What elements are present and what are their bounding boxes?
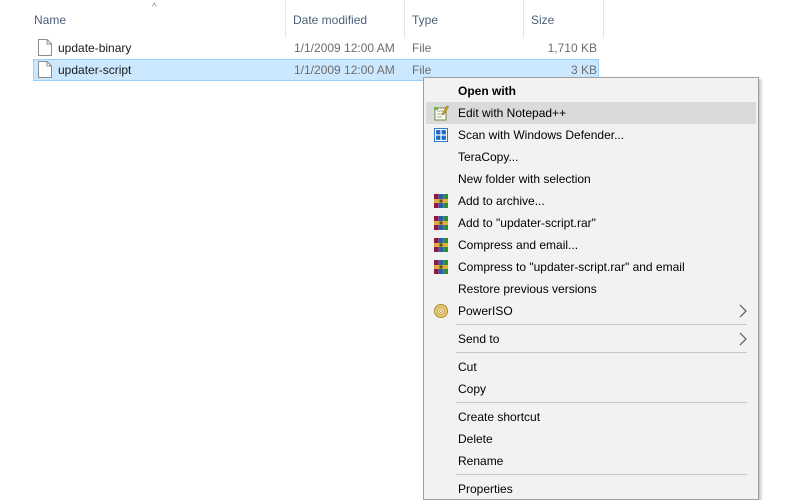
menu-item-label: Scan with Windows Defender...	[458, 128, 625, 142]
menu-separator	[456, 352, 747, 353]
chevron-right-icon	[738, 303, 748, 319]
notepad-plus-plus-icon	[433, 105, 449, 121]
menu-item-send-to[interactable]: Send to	[426, 328, 756, 350]
menu-item-label: Edit with Notepad++	[458, 106, 567, 120]
menu-item-create-shortcut[interactable]: Create shortcut	[426, 406, 756, 428]
menu-item-label: TeraCopy...	[458, 150, 519, 164]
menu-item-add-to-archive[interactable]: Add to archive...	[426, 190, 756, 212]
menu-item-open-with[interactable]: Open with	[426, 80, 756, 102]
menu-item-copy[interactable]: Copy	[426, 378, 756, 400]
menu-item-label: Cut	[458, 360, 477, 374]
menu-item-compress-to-rar-and-email[interactable]: Compress to "updater-script.rar" and ema…	[426, 256, 756, 278]
menu-item-label: Add to archive...	[458, 194, 545, 208]
menu-item-label: New folder with selection	[458, 172, 591, 186]
sort-ascending-icon: ^	[152, 2, 157, 13]
menu-item-label: Open with	[458, 84, 516, 98]
menu-separator	[456, 474, 747, 475]
file-icon	[38, 39, 52, 59]
file-size: 3 KB	[570, 63, 597, 77]
menu-item-label: Properties	[458, 482, 513, 496]
chevron-right-icon	[738, 331, 748, 347]
menu-item-label: Add to "updater-script.rar"	[458, 216, 596, 230]
menu-item-label: Create shortcut	[458, 410, 541, 424]
file-explorer-view: Name ^ Date modified Type Size update-bi…	[0, 0, 800, 500]
menu-item-add-to-rar[interactable]: Add to "updater-script.rar"	[426, 212, 756, 234]
column-header-name-label: Name	[34, 13, 67, 27]
file-type: File	[412, 41, 432, 55]
file-date-modified: 1/1/2009 12:00 AM	[294, 41, 395, 55]
menu-item-properties[interactable]: Properties	[426, 478, 756, 500]
menu-item-label: PowerISO	[458, 304, 513, 318]
menu-separator	[456, 402, 747, 403]
context-menu: Open with Edit with Notepad++ Scan with …	[423, 77, 759, 500]
winrar-icon	[433, 237, 449, 253]
column-header-size[interactable]: Size	[525, 0, 604, 38]
menu-item-scan-with-windows-defender[interactable]: Scan with Windows Defender...	[426, 124, 756, 146]
menu-item-label: Restore previous versions	[458, 282, 597, 296]
file-row-update-binary[interactable]: update-binary 1/1/2009 12:00 AM File 1,7…	[33, 37, 599, 59]
winrar-icon	[433, 259, 449, 275]
menu-item-label: Compress to "updater-script.rar" and ema…	[458, 260, 685, 274]
menu-separator	[456, 324, 747, 325]
winrar-icon	[433, 193, 449, 209]
windows-defender-icon	[433, 127, 449, 143]
menu-item-delete[interactable]: Delete	[426, 428, 756, 450]
menu-item-cut[interactable]: Cut	[426, 356, 756, 378]
menu-item-teracopy[interactable]: TeraCopy...	[426, 146, 756, 168]
menu-item-label: Delete	[458, 432, 493, 446]
menu-item-label: Copy	[458, 382, 487, 396]
menu-item-label: Send to	[458, 332, 500, 346]
menu-item-label: Rename	[458, 454, 504, 468]
column-header-date-modified[interactable]: Date modified	[287, 0, 405, 38]
file-size: 1,710 KB	[547, 41, 597, 55]
column-header-date-label: Date modified	[293, 13, 368, 27]
winrar-icon	[433, 215, 449, 231]
file-type: File	[412, 63, 432, 77]
menu-item-label: Compress and email...	[458, 238, 579, 252]
menu-item-edit-with-notepad-plus-plus[interactable]: Edit with Notepad++	[426, 102, 756, 124]
menu-item-new-folder-with-selection[interactable]: New folder with selection	[426, 168, 756, 190]
column-header-type-label: Type	[412, 13, 439, 27]
column-header-size-label: Size	[531, 13, 555, 27]
menu-item-compress-and-email[interactable]: Compress and email...	[426, 234, 756, 256]
poweriso-icon	[433, 303, 449, 319]
column-header-type[interactable]: Type	[406, 0, 524, 38]
column-header-name[interactable]: Name ^	[28, 0, 286, 38]
file-icon	[38, 61, 52, 81]
file-name: update-binary	[58, 41, 132, 55]
menu-item-restore-previous-versions[interactable]: Restore previous versions	[426, 278, 756, 300]
file-name: updater-script	[58, 63, 132, 77]
menu-item-rename[interactable]: Rename	[426, 450, 756, 472]
file-date-modified: 1/1/2009 12:00 AM	[294, 63, 395, 77]
menu-item-poweriso[interactable]: PowerISO	[426, 300, 756, 322]
